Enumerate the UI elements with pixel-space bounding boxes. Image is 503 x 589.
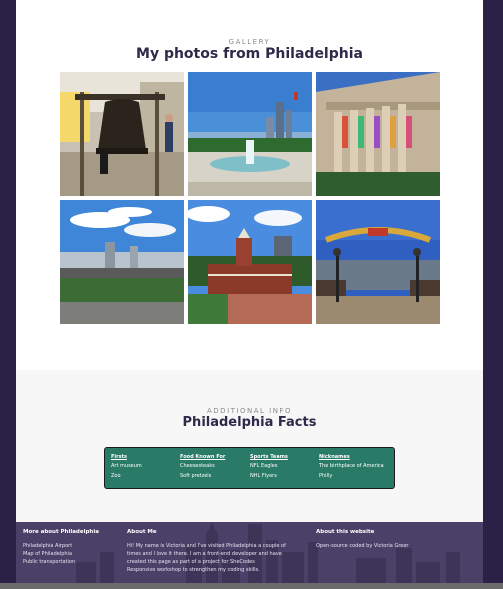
- facts-column-nicknames: Nicknames The birthplace of America Phil…: [319, 454, 384, 483]
- photo-independence-hall[interactable]: [188, 200, 312, 324]
- facts-title: Philadelphia Facts: [182, 415, 317, 430]
- facts-cell: NHL Flyers: [250, 473, 277, 479]
- photo-highway-skyline[interactable]: [60, 200, 184, 324]
- facts-cell: Soft pretzels: [180, 473, 212, 479]
- photo-art-museum[interactable]: [316, 72, 440, 196]
- footer-about-site-title: About this website: [316, 529, 375, 535]
- page: GALLERY My photos from Philadelphia ADDI…: [16, 0, 483, 589]
- footer-link[interactable]: Philadelphia Airport: [23, 542, 123, 550]
- facts-column-food: Food Known For Cheesesteaks Soft pretzel…: [180, 454, 225, 483]
- photo-arch-street[interactable]: [316, 200, 440, 324]
- footer-about-me-line: times and I love it there. I am a front-…: [127, 551, 282, 557]
- facts-table: Firsts Art museum Zoo Food Known For Che…: [104, 447, 395, 489]
- facts-cell: Philly: [319, 473, 333, 479]
- facts-column-firsts: Firsts Art museum Zoo: [111, 454, 142, 483]
- footer-link[interactable]: Public transportation: [23, 558, 123, 566]
- photo-liberty-bell[interactable]: [60, 72, 184, 196]
- footer-more-column: More about Philadelphia Philadelphia Air…: [23, 528, 123, 566]
- facts-column-sports: Sports Teams NFL Eagles NHL Flyers: [250, 454, 288, 483]
- footer-link[interactable]: Map of Philadelphia: [23, 550, 123, 558]
- facts-header: Sports Teams: [250, 454, 288, 460]
- facts-section: ADDITIONAL INFO Philadelphia Facts First…: [16, 370, 483, 522]
- arch-street-image: [316, 200, 440, 324]
- footer: More about Philadelphia Philadelphia Air…: [16, 522, 483, 589]
- facts-cell: Cheesesteaks: [180, 463, 215, 469]
- footer-about-me-column: About Me Hi! My name is Victoria and I'v…: [127, 528, 307, 574]
- gallery-title: My photos from Philadelphia: [136, 46, 363, 62]
- photo-grid: [60, 72, 440, 324]
- independence-hall-image: [188, 200, 312, 324]
- fountain-skyline-image: [188, 72, 312, 196]
- facts-cell: The birthplace of America: [319, 463, 384, 469]
- footer-about-me-line: Hi! My name is Victoria and I've visited…: [127, 543, 286, 549]
- photo-fountain-skyline[interactable]: [188, 72, 312, 196]
- facts-eyebrow: ADDITIONAL INFO: [207, 407, 292, 415]
- highway-skyline-image: [60, 200, 184, 324]
- footer-about-me-line: created this page as part of a project f…: [127, 559, 255, 565]
- facts-cell: Zoo: [111, 473, 121, 479]
- footer-about-site-column: About this website Open-source coded by …: [316, 528, 466, 550]
- footer-about-site-text[interactable]: Open-source coded by Victoria Greer: [316, 542, 466, 550]
- facts-cell: NFL Eagles: [250, 463, 278, 469]
- facts-header: Firsts: [111, 454, 127, 460]
- bottom-strip: [0, 583, 503, 589]
- footer-about-me-line: Responsive workshop to strengthen my cod…: [127, 567, 260, 573]
- facts-header: Food Known For: [180, 454, 226, 460]
- facts-cell: Art museum: [111, 463, 142, 469]
- art-museum-image: [316, 72, 440, 196]
- footer-more-title: More about Philadelphia: [23, 529, 99, 535]
- gallery-eyebrow: GALLERY: [228, 38, 271, 46]
- footer-about-me-title: About Me: [127, 529, 157, 535]
- liberty-bell-image: [60, 72, 184, 196]
- facts-header: Nicknames: [319, 454, 350, 460]
